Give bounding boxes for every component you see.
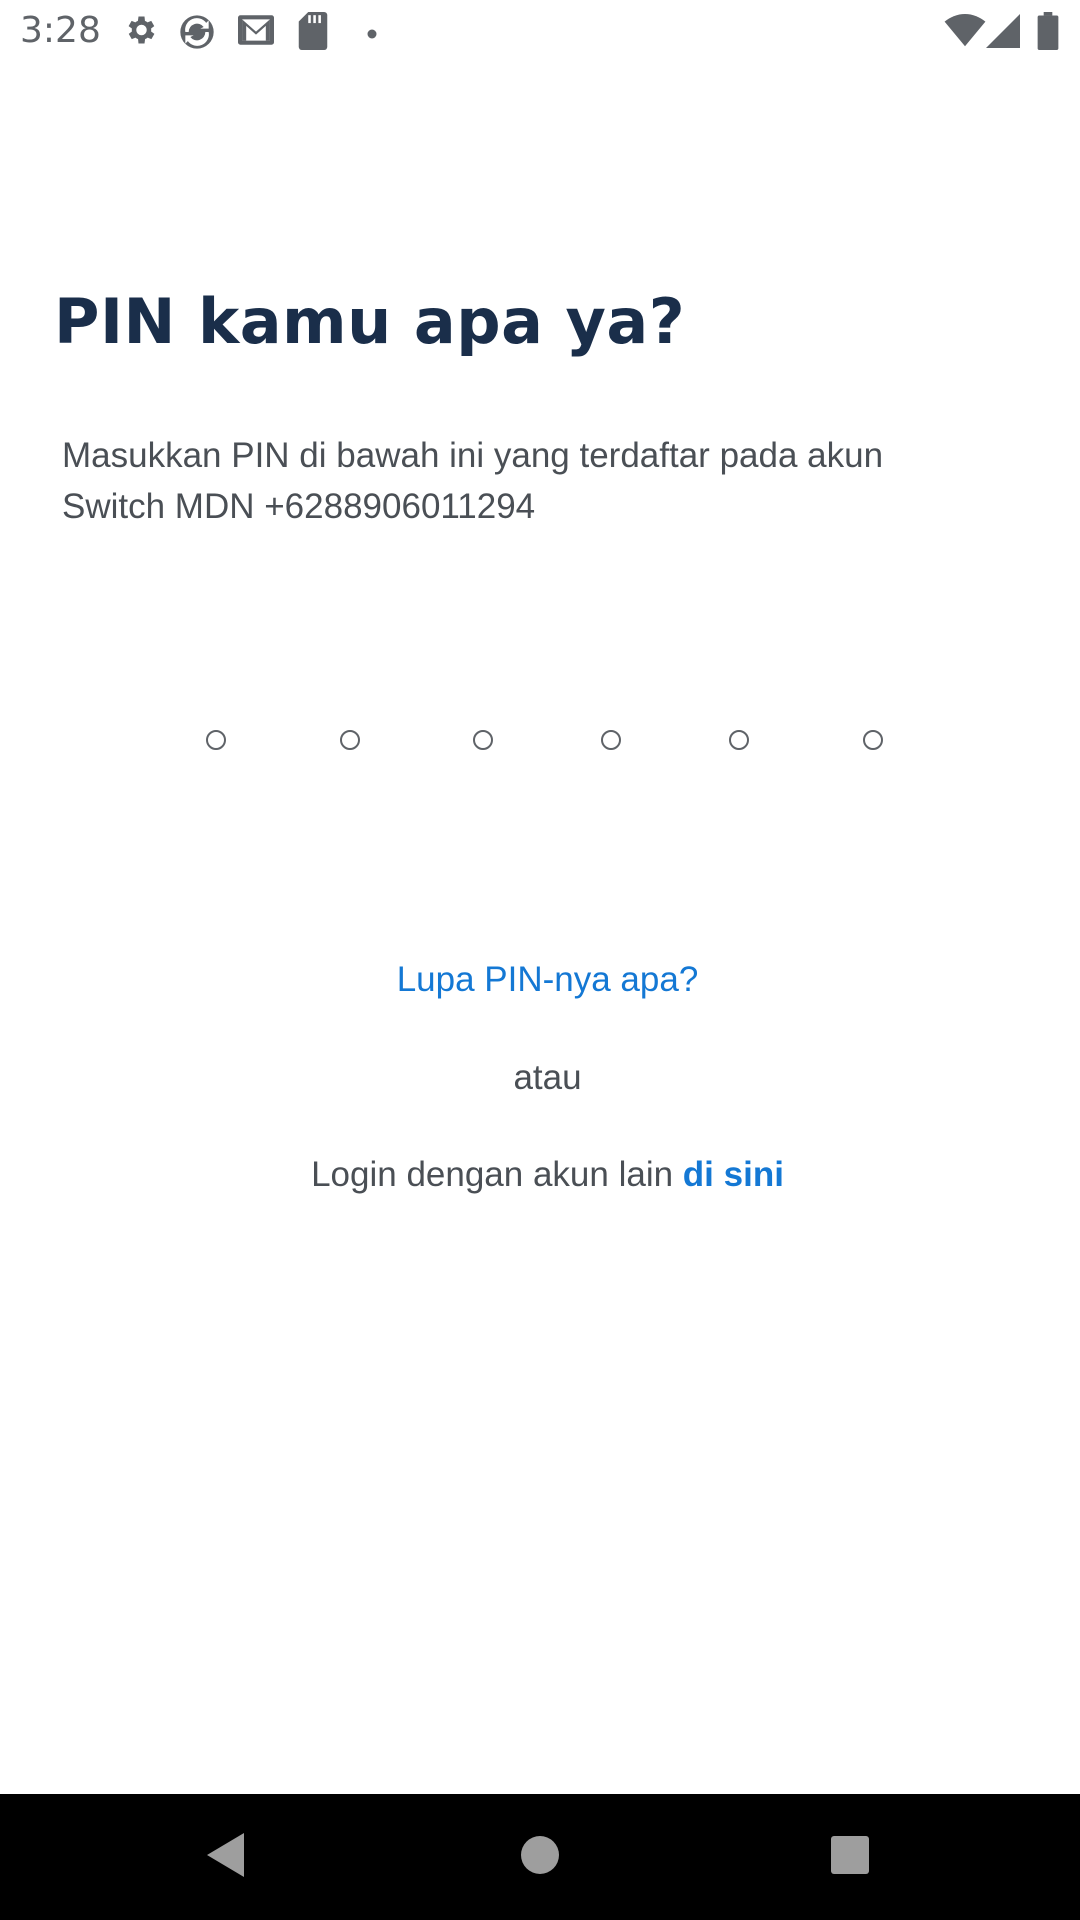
gmail-icon (236, 12, 276, 53)
recents-icon (830, 1835, 870, 1880)
status-time: 3:28 (20, 10, 101, 51)
gear-icon (122, 12, 158, 53)
sd-card-icon (298, 12, 328, 55)
login-other-label: Login dengan akun lain (311, 1155, 683, 1194)
dot-icon (367, 26, 377, 44)
navigation-bar (0, 1794, 1080, 1920)
battery-icon (1037, 12, 1059, 55)
pin-instruction-line1: Masukkan PIN di bawah ini yang terdaftar… (62, 436, 884, 475)
pin-dot (863, 730, 883, 750)
pin-instruction: Masukkan PIN di bawah ini yang terdaftar… (62, 430, 1022, 532)
pin-dot (601, 730, 621, 750)
sync-icon (177, 12, 217, 57)
pin-dot (206, 730, 226, 750)
login-other-link[interactable]: di sini (683, 1155, 784, 1194)
login-other-account: Login dengan akun lain di sini (0, 1155, 1080, 1195)
page-title: PIN kamu apa ya? (54, 285, 686, 358)
pin-input[interactable] (0, 730, 1080, 760)
pin-dot (729, 730, 749, 750)
back-icon (204, 1831, 246, 1884)
back-button[interactable] (165, 1794, 285, 1920)
pin-dot (473, 730, 493, 750)
pin-entry-screen: 3:28 PIN kamu apa ya? Masukkan PIN di ba… (0, 0, 1080, 1920)
wifi-icon (944, 14, 986, 53)
home-icon (519, 1834, 561, 1881)
pin-dot (340, 730, 360, 750)
status-bar: 3:28 (0, 0, 1080, 63)
or-separator: atau (513, 1058, 582, 1097)
pin-instruction-line2: Switch MDN +6288906011294 (62, 487, 536, 526)
signal-icon (986, 14, 1020, 53)
forgot-pin-link[interactable]: Lupa PIN-nya apa? (0, 960, 1080, 1000)
home-button[interactable] (480, 1794, 600, 1920)
recents-button[interactable] (790, 1794, 910, 1920)
